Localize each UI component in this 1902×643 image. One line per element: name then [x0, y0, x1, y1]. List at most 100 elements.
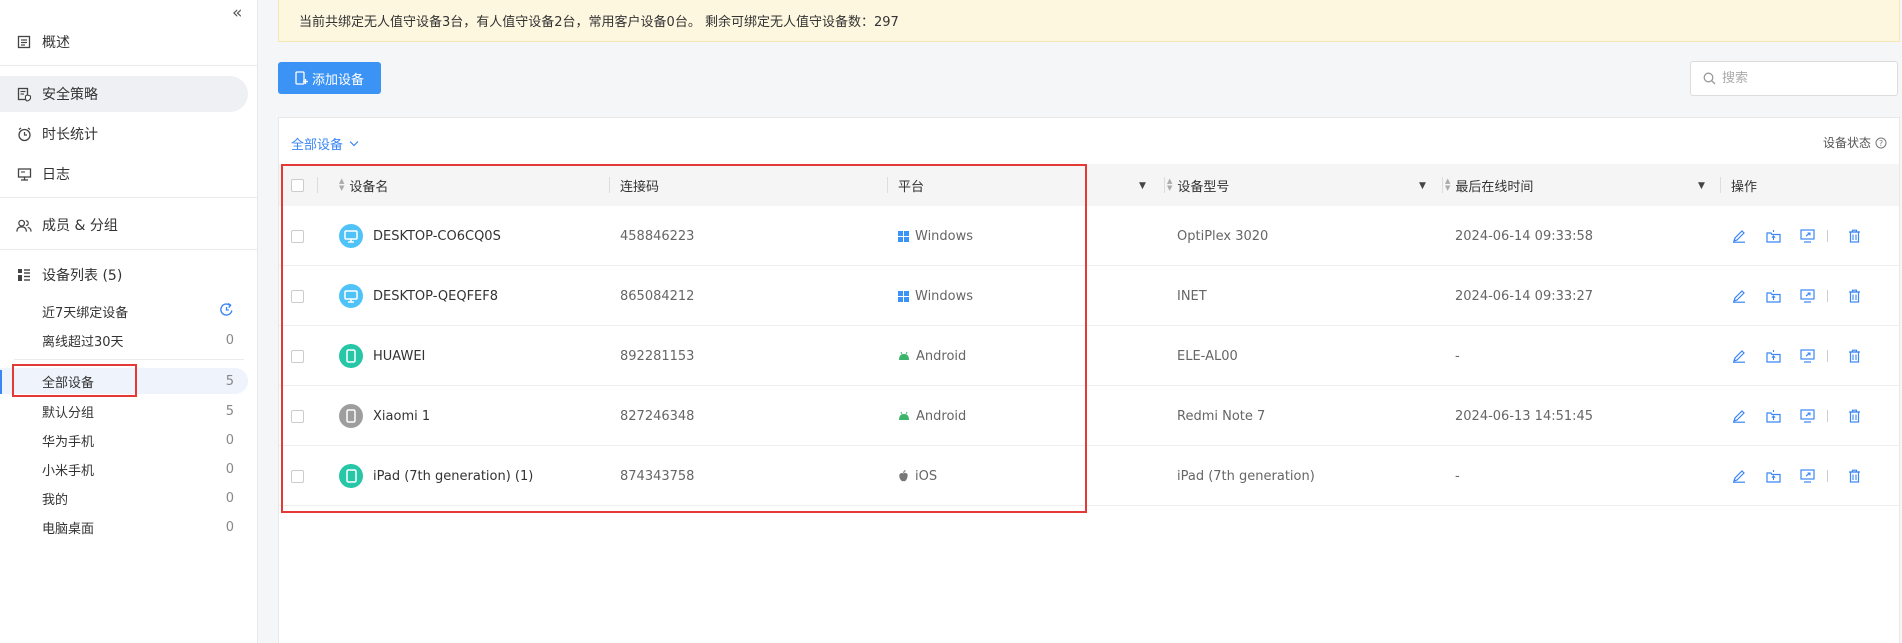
- device-status-help[interactable]: 设备状态 ?: [1823, 134, 1887, 151]
- delete-icon[interactable]: [1846, 348, 1862, 364]
- group-recent-7-days[interactable]: 近7天绑定设备: [0, 298, 248, 324]
- nav-item-logs[interactable]: 日志: [0, 156, 248, 192]
- group-count: 0: [225, 332, 234, 348]
- delete-icon[interactable]: [1846, 288, 1862, 304]
- highlight-box-all-devices: [12, 364, 137, 397]
- group-count: 0: [225, 519, 234, 535]
- column-label: 操作: [1731, 179, 1758, 195]
- group-count: 0: [225, 490, 234, 506]
- device-model: ELE-AL00: [1177, 348, 1238, 364]
- platform-filter-caret-icon[interactable]: ▼: [1139, 181, 1146, 191]
- device-model: OptiPlex 3020: [1177, 228, 1269, 244]
- column-separator: [1164, 177, 1165, 193]
- delete-icon[interactable]: [1846, 228, 1862, 244]
- nav-item-overview[interactable]: 概述: [0, 24, 248, 60]
- device-model-cell: ELE-AL00: [1177, 326, 1238, 386]
- notice-banner: 当前共绑定无人值守设备3台，有人值守设备2台，常用客户设备0台。 剩余可绑定无人…: [278, 0, 1900, 42]
- move-group-icon[interactable]: [1765, 408, 1781, 424]
- add-device-icon: [295, 71, 308, 85]
- nav-label: 设备列表 (5): [42, 268, 123, 284]
- refresh-icon[interactable]: [219, 302, 234, 321]
- collapse-sidebar-icon[interactable]: «: [232, 3, 242, 23]
- edit-icon[interactable]: [1731, 228, 1747, 244]
- device-model-cell: OptiPlex 3020: [1177, 206, 1268, 266]
- last-online-filter-caret-icon[interactable]: ▼: [1698, 181, 1705, 191]
- last-online-time: 2024-06-14 09:33:58: [1455, 228, 1594, 244]
- model-filter-caret-icon[interactable]: ▼: [1419, 181, 1426, 191]
- group-default[interactable]: 默认分组 5: [0, 398, 248, 424]
- group-count: 0: [225, 432, 234, 448]
- group-offline-30-days[interactable]: 离线超过30天 0: [0, 327, 248, 353]
- divider: [0, 249, 258, 250]
- nav-item-device-list[interactable]: 设备列表 (5): [0, 257, 248, 293]
- row-operations: [1731, 266, 1880, 326]
- column-last-online[interactable]: ▲ ▼ 最后在线时间: [1445, 164, 1533, 206]
- group-xiaomi-phones[interactable]: 小米手机 0: [0, 456, 248, 482]
- nav-label: 概述: [42, 35, 70, 51]
- clock-icon: [16, 126, 32, 142]
- group-label: 离线超过30天: [42, 334, 124, 350]
- chevron-down-icon: [349, 141, 359, 147]
- nav-item-members-groups[interactable]: 成员 & 分组: [0, 207, 248, 243]
- last-online-time: 2024-06-13 14:51:45: [1455, 408, 1594, 424]
- column-operations: 操作: [1731, 164, 1757, 206]
- row-operations: [1731, 446, 1880, 506]
- delete-icon[interactable]: [1846, 468, 1862, 484]
- column-label: 最后在线时间: [1455, 179, 1534, 195]
- row-operations: [1731, 206, 1880, 266]
- nav-item-security-policy[interactable]: 安全策略: [0, 76, 248, 112]
- remote-desktop-icon[interactable]: [1799, 348, 1815, 364]
- ops-separator: [1827, 290, 1828, 302]
- highlight-box-table: [281, 164, 1087, 513]
- edit-icon[interactable]: [1731, 468, 1747, 484]
- last-online-cell: -: [1455, 326, 1460, 386]
- group-label: 近7天绑定设备: [42, 305, 129, 321]
- delete-icon[interactable]: [1846, 408, 1862, 424]
- group-label: 华为手机: [42, 434, 95, 450]
- edit-icon[interactable]: [1731, 288, 1747, 304]
- device-model: INET: [1177, 288, 1207, 304]
- move-group-icon[interactable]: [1765, 348, 1781, 364]
- remote-desktop-icon[interactable]: [1799, 288, 1815, 304]
- group-count: 5: [225, 403, 234, 419]
- divider: [14, 359, 244, 360]
- members-icon: [16, 217, 32, 233]
- add-device-label: 添加设备: [311, 72, 364, 88]
- sort-icon: ▲ ▼: [1445, 177, 1451, 192]
- last-online-cell: 2024-06-14 09:33:27: [1455, 266, 1593, 326]
- device-model: iPad (7th generation): [1177, 468, 1315, 484]
- remote-desktop-icon[interactable]: [1799, 468, 1815, 484]
- group-label: 我的: [42, 492, 69, 508]
- group-mine[interactable]: 我的 0: [0, 485, 248, 511]
- remote-desktop-icon[interactable]: [1799, 228, 1815, 244]
- nav-label: 成员 & 分组: [42, 218, 118, 234]
- search-input[interactable]: [1722, 71, 1892, 86]
- group-count: 5: [225, 373, 234, 389]
- status-label: 设备状态: [1822, 136, 1871, 150]
- move-group-icon[interactable]: [1765, 228, 1781, 244]
- column-device-model[interactable]: ▲ ▼ 设备型号: [1167, 164, 1229, 206]
- remote-desktop-icon[interactable]: [1799, 408, 1815, 424]
- nav-item-duration-stats[interactable]: 时长统计: [0, 116, 248, 152]
- search-box[interactable]: [1690, 61, 1898, 96]
- sidebar: « 概述 安全策略 时长统计 日志 成员 & 分组 设备列表 (5) 近7天绑定…: [0, 0, 258, 643]
- app: « 概述 安全策略 时长统计 日志 成员 & 分组 设备列表 (5) 近7天绑定…: [0, 0, 1902, 643]
- add-device-button[interactable]: 添加设备: [278, 62, 381, 94]
- move-group-icon[interactable]: [1765, 288, 1781, 304]
- last-online-time: -: [1455, 468, 1460, 484]
- nav-label: 安全策略: [42, 87, 98, 103]
- move-group-icon[interactable]: [1765, 468, 1781, 484]
- sort-icon: ▲ ▼: [1167, 177, 1173, 192]
- group-huawei-phones[interactable]: 华为手机 0: [0, 427, 248, 453]
- group-label: 默认分组: [42, 405, 95, 421]
- svg-text:?: ?: [1879, 138, 1883, 147]
- filter-label: 全部设备: [291, 138, 344, 153]
- device-filter-dropdown[interactable]: 全部设备: [291, 134, 359, 153]
- security-policy-icon: [16, 86, 32, 102]
- row-operations: [1731, 326, 1880, 386]
- column-separator: [1720, 177, 1721, 193]
- log-icon: [16, 166, 32, 182]
- edit-icon[interactable]: [1731, 348, 1747, 364]
- group-pc-desktop[interactable]: 电脑桌面 0: [0, 514, 248, 540]
- edit-icon[interactable]: [1731, 408, 1747, 424]
